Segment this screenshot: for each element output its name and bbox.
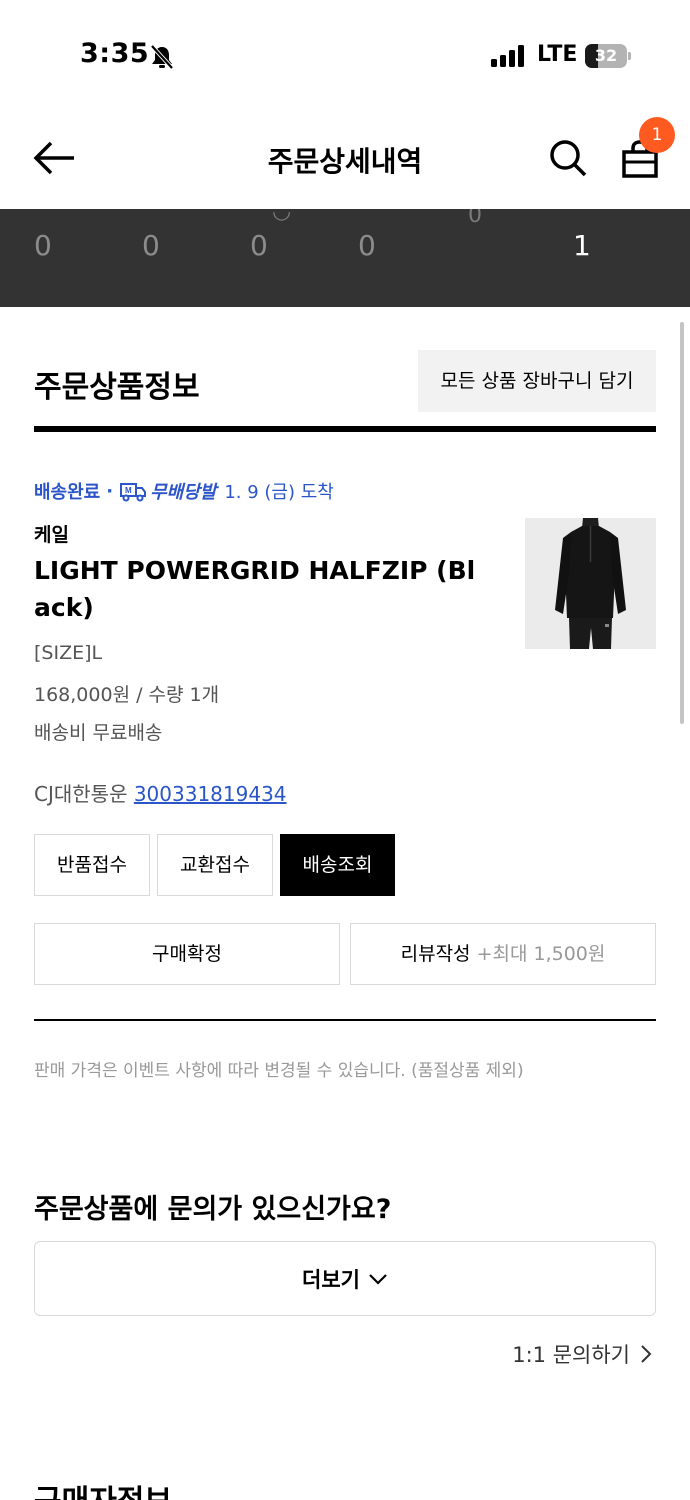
shipping-fee: 배송비 무료배송 bbox=[34, 722, 163, 744]
battery-level: 32 bbox=[594, 46, 618, 65]
inquiry-section-title: 주문상품에 문의가 있으신가요? bbox=[34, 1194, 392, 1225]
tracking-number-link[interactable]: 300331819434 bbox=[134, 782, 287, 806]
status-time: 3:35 bbox=[80, 38, 150, 69]
battery-icon: 32 bbox=[585, 44, 631, 68]
add-all-to-cart-button[interactable]: 모든 상품 장바구니 담기 bbox=[418, 350, 656, 412]
step-count-order-received: 0 bbox=[34, 229, 52, 262]
see-more-button[interactable]: 더보기 bbox=[34, 1241, 656, 1316]
step-icon: ' bbox=[372, 209, 379, 222]
delivery-status: 배송완료 bbox=[34, 482, 101, 503]
step-icon: ' bbox=[46, 209, 53, 222]
product-size: [SIZE]L bbox=[34, 642, 103, 664]
search-icon[interactable] bbox=[548, 138, 588, 178]
return-request-button[interactable]: 반품접수 bbox=[34, 834, 150, 896]
arrival-date: 1. 9 (금) 도착 bbox=[224, 482, 334, 503]
bell-slash-icon bbox=[150, 44, 174, 70]
step-count-delivered: 1 bbox=[573, 229, 591, 262]
signal-icon bbox=[491, 45, 524, 67]
chevron-right-icon bbox=[641, 1345, 652, 1363]
see-more-label: 더보기 bbox=[302, 1267, 360, 1292]
exchange-request-button[interactable]: 교환접수 bbox=[157, 834, 273, 896]
product-image[interactable] bbox=[525, 518, 656, 649]
delivery-info: 배송완료 · M 무배당발 1. 9 (금) 도착 bbox=[34, 478, 334, 504]
write-review-label: 리뷰작성 bbox=[400, 943, 471, 965]
one-to-one-inquiry-link[interactable]: 1:1 문의하기 bbox=[512, 1339, 652, 1369]
step-icon: ◡ bbox=[272, 209, 292, 224]
chevron-down-icon bbox=[369, 1273, 387, 1285]
product-brand[interactable]: 케일 bbox=[34, 520, 69, 547]
separator-dot: · bbox=[106, 480, 114, 502]
free-delivery-badge: 무배당발 bbox=[150, 482, 217, 503]
one-to-one-inquiry-label: 1:1 문의하기 bbox=[512, 1343, 630, 1367]
step-count-shipping: 0 bbox=[358, 229, 376, 262]
courier-info: CJ대한통운 300331819434 bbox=[34, 778, 287, 807]
order-product-section-title: 주문상품정보 bbox=[34, 370, 200, 405]
section-divider bbox=[34, 426, 656, 432]
product-price-quantity: 168,000원 / 수량 1개 bbox=[34, 684, 220, 706]
courier-name: CJ대한통운 bbox=[34, 782, 128, 806]
buyer-info-section-title: 구매자정보 bbox=[34, 1476, 172, 1500]
price-change-notice: 판매 가격은 이벤트 사항에 따라 변경될 수 있습니다. (품절상품 제외) bbox=[34, 1061, 524, 1081]
step-icon: 0 bbox=[468, 209, 482, 228]
track-delivery-button[interactable]: 배송조회 bbox=[280, 834, 395, 896]
step-count-preparing: 0 bbox=[250, 229, 268, 262]
review-reward-label: +최대 1,500원 bbox=[476, 943, 606, 965]
svg-text:M: M bbox=[125, 486, 132, 495]
step-count-payment: 0 bbox=[142, 229, 160, 262]
divider bbox=[34, 1019, 656, 1021]
delivery-truck-icon: M bbox=[120, 483, 147, 502]
scrollbar[interactable] bbox=[680, 322, 684, 724]
product-name[interactable]: LIGHT POWERGRID HALFZIP (Black) bbox=[34, 552, 484, 626]
order-step-bar: ' ◡ ' 0 0 0 0 0 1 bbox=[0, 209, 690, 307]
write-review-button[interactable]: 리뷰작성 +최대 1,500원 bbox=[350, 923, 656, 985]
cart-count-badge: 1 bbox=[639, 117, 675, 153]
status-bar: 3:35 LTE 32 bbox=[0, 0, 690, 110]
nav-header: 주문상세내역 bbox=[0, 110, 690, 209]
confirm-purchase-button[interactable]: 구매확정 bbox=[34, 923, 340, 985]
network-label: LTE bbox=[537, 42, 578, 67]
